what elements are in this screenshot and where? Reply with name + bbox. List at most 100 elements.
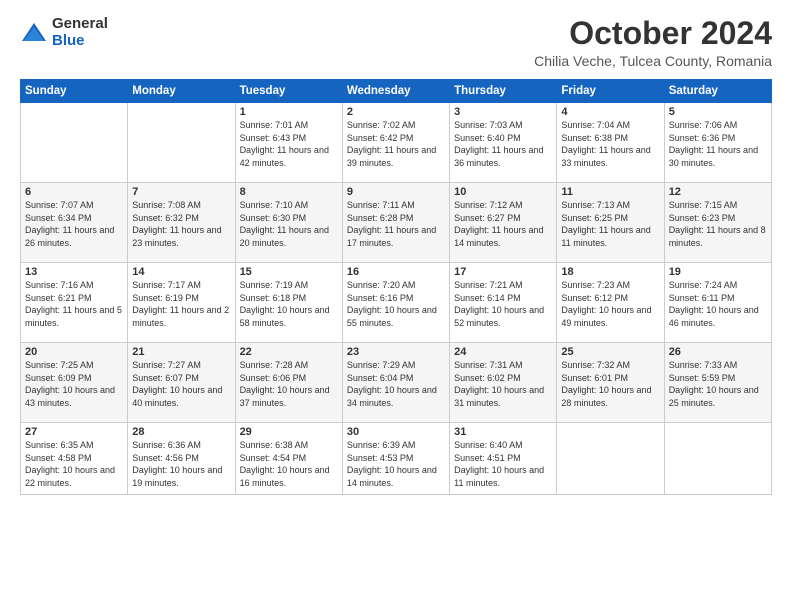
table-row [557,423,664,495]
table-row: 4 Sunrise: 7:04 AMSunset: 6:38 PMDaylight… [557,103,664,183]
day-number: 2 [347,106,445,118]
table-row: 31 Sunrise: 6:40 AMSunset: 4:51 PMDayligh… [450,423,557,495]
day-number: 15 [240,266,338,278]
day-number: 5 [669,106,767,118]
logo-general: General [52,16,108,33]
week-row-2: 13 Sunrise: 7:16 AMSunset: 6:21 PMDayligh… [21,263,772,343]
table-row: 24Sunrise: 7:31 AMSunset: 6:02 PMDayligh… [450,343,557,423]
day-number: 13 [25,266,123,278]
day-number: 14 [132,266,230,278]
day-number: 23 [347,346,445,358]
day-number: 12 [669,186,767,198]
week-row-3: 20 Sunrise: 7:25 AMSunset: 6:09 PMDayligh… [21,343,772,423]
cell-info: Sunrise: 7:12 AMSunset: 6:27 PMDaylight:… [454,200,543,248]
day-number: 11 [561,186,659,198]
logo: General Blue [20,16,108,49]
week-row-0: 1Sunrise: 7:01 AMSunset: 6:43 PMDaylight… [21,103,772,183]
cell-info: Sunrise: 7:32 AMSunset: 6:01 PMDaylight:… [561,360,651,408]
day-number: 21 [132,346,230,358]
calendar-table: Sunday Monday Tuesday Wednesday Thursday… [20,79,772,495]
cell-info: Sunrise: 7:04 AMSunset: 6:38 PMDaylight:… [561,120,650,168]
cell-info: Sunrise: 7:10 AMSunset: 6:30 PMDaylight:… [240,200,329,248]
table-row: 7Sunrise: 7:08 AMSunset: 6:32 PMDaylight… [128,183,235,263]
col-sunday: Sunday [21,80,128,103]
cell-info: Sunrise: 7:02 AMSunset: 6:42 PMDaylight:… [347,120,436,168]
day-number: 4 [561,106,659,118]
day-number: 24 [454,346,552,358]
cell-info: Sunrise: 7:33 AMSunset: 5:59 PMDaylight:… [669,360,759,408]
day-number: 6 [25,186,123,198]
table-row: 14 Sunrise: 7:17 AMSunset: 6:19 PMDayligh… [128,263,235,343]
table-row: 18Sunrise: 7:23 AMSunset: 6:12 PMDayligh… [557,263,664,343]
logo-icon [20,19,48,47]
cell-info: Sunrise: 7:13 AMSunset: 6:25 PMDaylight:… [561,200,650,248]
page: General Blue October 2024 Chilia Veche, … [0,0,792,612]
logo-text: General Blue [52,16,108,49]
day-number: 17 [454,266,552,278]
table-row: 8 Sunrise: 7:10 AMSunset: 6:30 PMDaylight… [235,183,342,263]
col-monday: Monday [128,80,235,103]
cell-info: Sunrise: 7:28 AMSunset: 6:06 PMDaylight:… [240,360,330,408]
day-number: 16 [347,266,445,278]
day-number: 28 [132,426,230,438]
cell-info: Sunrise: 7:27 AMSunset: 6:07 PMDaylight:… [132,360,222,408]
cell-info: Sunrise: 7:20 AMSunset: 6:16 PMDaylight:… [347,280,437,328]
header-row: Sunday Monday Tuesday Wednesday Thursday… [21,80,772,103]
day-number: 25 [561,346,659,358]
table-row: 17Sunrise: 7:21 AMSunset: 6:14 PMDayligh… [450,263,557,343]
cell-info: Sunrise: 7:17 AMSunset: 6:19 PMDaylight:… [132,280,229,328]
table-row: 11 Sunrise: 7:13 AMSunset: 6:25 PMDayligh… [557,183,664,263]
col-wednesday: Wednesday [342,80,449,103]
cell-info: Sunrise: 7:25 AMSunset: 6:09 PMDaylight:… [25,360,115,408]
day-number: 31 [454,426,552,438]
day-number: 8 [240,186,338,198]
table-row: 3Sunrise: 7:03 AMSunset: 6:40 PMDaylight… [450,103,557,183]
week-row-4: 27Sunrise: 6:35 AMSunset: 4:58 PMDayligh… [21,423,772,495]
table-row: 30Sunrise: 6:39 AMSunset: 4:53 PMDayligh… [342,423,449,495]
table-row: 9Sunrise: 7:11 AMSunset: 6:28 PMDaylight… [342,183,449,263]
cell-info: Sunrise: 6:39 AMSunset: 4:53 PMDaylight:… [347,440,437,488]
cell-info: Sunrise: 6:40 AMSunset: 4:51 PMDaylight:… [454,440,544,488]
header: General Blue October 2024 Chilia Veche, … [20,16,772,69]
day-number: 10 [454,186,552,198]
table-row: 29 Sunrise: 6:38 AMSunset: 4:54 PMDayligh… [235,423,342,495]
main-title: October 2024 [534,16,772,51]
cell-info: Sunrise: 7:29 AMSunset: 6:04 PMDaylight:… [347,360,437,408]
cell-info: Sunrise: 7:15 AMSunset: 6:23 PMDaylight:… [669,200,766,248]
table-row: 1Sunrise: 7:01 AMSunset: 6:43 PMDaylight… [235,103,342,183]
table-row: 26 Sunrise: 7:33 AMSunset: 5:59 PMDayligh… [664,343,771,423]
cell-info: Sunrise: 7:01 AMSunset: 6:43 PMDaylight:… [240,120,329,168]
table-row: 5Sunrise: 7:06 AMSunset: 6:36 PMDaylight… [664,103,771,183]
table-row [664,423,771,495]
table-row: 6Sunrise: 7:07 AMSunset: 6:34 PMDaylight… [21,183,128,263]
table-row: 27Sunrise: 6:35 AMSunset: 4:58 PMDayligh… [21,423,128,495]
table-row: 21 Sunrise: 7:27 AMSunset: 6:07 PMDayligh… [128,343,235,423]
table-row: 10 Sunrise: 7:12 AMSunset: 6:27 PMDayligh… [450,183,557,263]
table-row: 25 Sunrise: 7:32 AMSunset: 6:01 PMDayligh… [557,343,664,423]
table-row: 15Sunrise: 7:19 AMSunset: 6:18 PMDayligh… [235,263,342,343]
table-row: 12 Sunrise: 7:15 AMSunset: 6:23 PMDayligh… [664,183,771,263]
cell-info: Sunrise: 7:23 AMSunset: 6:12 PMDaylight:… [561,280,651,328]
subtitle: Chilia Veche, Tulcea County, Romania [534,53,772,69]
cell-info: Sunrise: 7:11 AMSunset: 6:28 PMDaylight:… [347,200,436,248]
day-number: 20 [25,346,123,358]
day-number: 27 [25,426,123,438]
cell-info: Sunrise: 6:36 AMSunset: 4:56 PMDaylight:… [132,440,222,488]
day-number: 29 [240,426,338,438]
table-row: 2 Sunrise: 7:02 AMSunset: 6:42 PMDaylight… [342,103,449,183]
title-block: October 2024 Chilia Veche, Tulcea County… [534,16,772,69]
table-row: 20 Sunrise: 7:25 AMSunset: 6:09 PMDayligh… [21,343,128,423]
day-number: 26 [669,346,767,358]
table-row: 23 Sunrise: 7:29 AMSunset: 6:04 PMDayligh… [342,343,449,423]
cell-info: Sunrise: 7:16 AMSunset: 6:21 PMDaylight:… [25,280,122,328]
cell-info: Sunrise: 6:38 AMSunset: 4:54 PMDaylight:… [240,440,330,488]
day-number: 3 [454,106,552,118]
col-thursday: Thursday [450,80,557,103]
cell-info: Sunrise: 7:24 AMSunset: 6:11 PMDaylight:… [669,280,759,328]
table-row: 13 Sunrise: 7:16 AMSunset: 6:21 PMDayligh… [21,263,128,343]
table-row: 19Sunrise: 7:24 AMSunset: 6:11 PMDayligh… [664,263,771,343]
table-row: 22Sunrise: 7:28 AMSunset: 6:06 PMDayligh… [235,343,342,423]
table-row: 16 Sunrise: 7:20 AMSunset: 6:16 PMDayligh… [342,263,449,343]
cell-info: Sunrise: 7:08 AMSunset: 6:32 PMDaylight:… [132,200,221,248]
week-row-1: 6Sunrise: 7:07 AMSunset: 6:34 PMDaylight… [21,183,772,263]
